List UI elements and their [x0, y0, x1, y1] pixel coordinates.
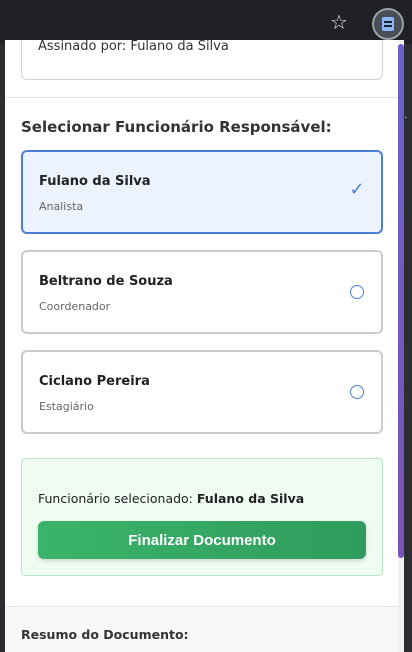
section-title: Selecionar Funcionário Responsável: [21, 118, 332, 136]
employee-name: Ciclano Pereira [39, 374, 150, 389]
popup-scrollbar[interactable] [398, 40, 404, 652]
divider [5, 97, 398, 98]
page-background-strip: . [404, 44, 412, 652]
employee-role: Estagiário [39, 400, 94, 413]
signed-by-text: Assinado por: Fulano da Silva [38, 40, 229, 54]
employee-name: Fulano da Silva [39, 174, 151, 189]
scrollbar-thumb[interactable] [398, 44, 404, 558]
employee-card-beltrano[interactable]: Beltrano de Souza Coordenador [21, 250, 383, 334]
browser-toolbar: ☆ [0, 0, 412, 44]
extension-doc-icon[interactable] [372, 8, 404, 40]
document-icon [382, 17, 394, 31]
selected-label: Funcionário selecionado: [38, 491, 193, 506]
bookmark-star-icon[interactable]: ☆ [328, 11, 350, 33]
selection-summary-box: Funcionário selecionado: Fulano da Silva… [21, 458, 383, 576]
document-summary-title: Resumo do Documento: [21, 627, 189, 642]
signed-by-box: Assinado por: Fulano da Silva [21, 40, 383, 80]
employee-card-ciclano[interactable]: Ciclano Pereira Estagiário [21, 350, 383, 434]
background-page-text: . [404, 108, 408, 121]
employee-role: Coordenador [39, 300, 111, 313]
radio-circle-icon[interactable] [350, 385, 364, 399]
employee-role: Analista [39, 200, 84, 213]
check-icon: ✓ [349, 179, 365, 200]
radio-circle-icon[interactable] [350, 285, 364, 299]
finalize-document-button[interactable]: Finalizar Documento [38, 521, 366, 559]
employee-card-fulano[interactable]: Fulano da Silva Analista ✓ [21, 150, 383, 234]
document-summary-section: Resumo do Documento: [5, 607, 398, 652]
employee-name: Beltrano de Souza [39, 274, 173, 289]
selected-employee-line: Funcionário selecionado: Fulano da Silva [38, 491, 304, 506]
selected-employee-name: Fulano da Silva [196, 491, 305, 506]
extension-popup: Assinado por: Fulano da Silva Selecionar… [5, 40, 398, 652]
